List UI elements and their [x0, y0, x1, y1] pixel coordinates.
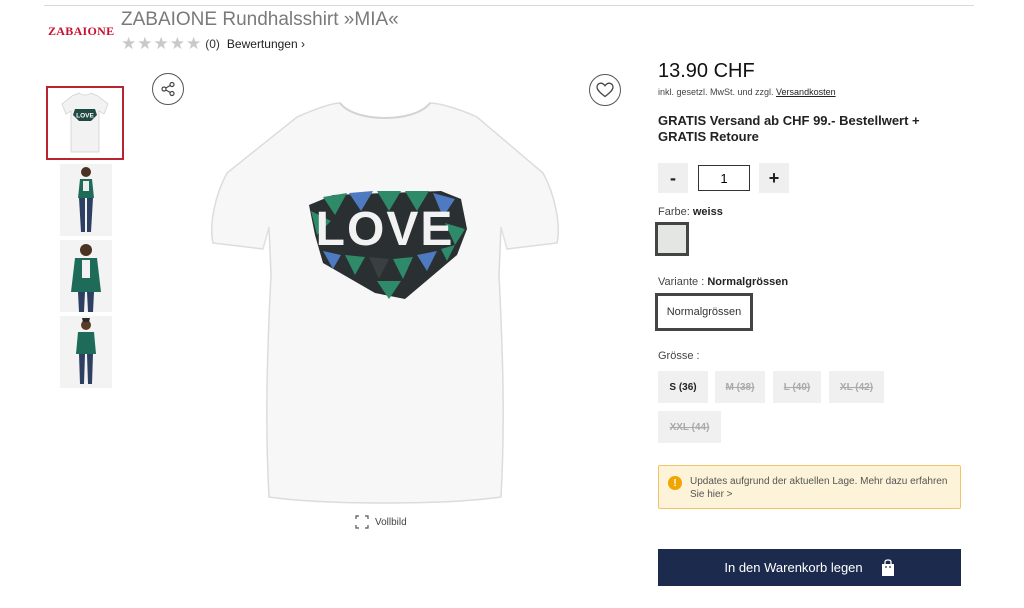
top-divider: [44, 5, 974, 6]
reviews-link[interactable]: Bewertungen ›: [227, 37, 305, 51]
star-icon: ★: [153, 34, 169, 53]
add-to-cart-button[interactable]: In den Warenkorb legen: [658, 549, 961, 586]
thumbnail-model-2[interactable]: [60, 240, 112, 312]
thumbnail-model-3[interactable]: [60, 316, 112, 388]
svg-text:LOVE: LOVE: [76, 113, 94, 120]
tshirt-image: LOVE: [211, 102, 559, 504]
shopping-bag-icon: [881, 558, 894, 576]
star-icon: ★: [121, 34, 137, 53]
rating-row: ★ ★ ★ ★ ★ (0) Bewertungen ›: [121, 34, 305, 53]
star-icon: ★: [169, 34, 185, 53]
color-swatch-white[interactable]: [655, 222, 689, 256]
color-label-row: Farbe: weiss: [658, 206, 723, 218]
main-product-image[interactable]: LOVE: [205, 95, 565, 505]
thumbnail-list: LOVE: [46, 86, 126, 392]
size-option-xl[interactable]: XL (42): [829, 371, 884, 403]
shirt-thumbnail-icon: LOVE: [61, 92, 109, 153]
star-icon: ★: [137, 34, 153, 53]
quantity-increase-button[interactable]: +: [759, 163, 789, 193]
thumbnail-model-1[interactable]: [60, 164, 112, 236]
size-option-l[interactable]: L (40): [773, 371, 821, 403]
variant-option-normal[interactable]: Normalgrössen: [655, 293, 753, 331]
rating-count: (0): [205, 37, 220, 51]
share-button[interactable]: [152, 73, 184, 105]
size-option-xxl[interactable]: XXL (44): [658, 411, 721, 443]
tax-note: inkl. gesetzl. MwSt. und zzgl. Versandko…: [658, 87, 836, 97]
svg-text:LOVE: LOVE: [316, 203, 455, 256]
tax-note-text: inkl. gesetzl. MwSt. und zzgl.: [658, 87, 777, 97]
quantity-input[interactable]: [698, 165, 750, 191]
fullscreen-button[interactable]: Vollbild: [355, 515, 407, 529]
variant-label: Variante :: [658, 276, 705, 288]
heart-icon: [596, 82, 614, 98]
size-option-s[interactable]: S (36): [658, 371, 708, 403]
shipping-promo: GRATIS Versand ab CHF 99.- Bestellwert +…: [658, 113, 920, 144]
notice-text: Updates aufgrund der aktuellen Lage. Meh…: [690, 476, 948, 500]
add-to-cart-label: In den Warenkorb legen: [724, 560, 863, 575]
info-notice[interactable]: ! Updates aufgrund der aktuellen Lage. M…: [658, 465, 961, 509]
product-price: 13.90 CHF: [658, 60, 755, 82]
size-label: Grösse :: [658, 350, 700, 362]
wishlist-button[interactable]: [589, 74, 621, 106]
size-option-m[interactable]: M (38): [715, 371, 765, 403]
model-photo-icon: [71, 244, 101, 312]
fullscreen-label: Vollbild: [375, 516, 407, 528]
quantity-decrease-button[interactable]: -: [658, 163, 688, 193]
model-photo-icon: [78, 167, 94, 232]
share-icon: [161, 81, 175, 97]
star-icon: ★: [186, 34, 202, 53]
color-label: Farbe:: [658, 206, 690, 218]
product-title: ZABAIONE Rundhalsshirt »MIA«: [121, 9, 399, 30]
shipping-cost-link[interactable]: Versandkosten: [776, 87, 836, 97]
rating-stars: ★ ★ ★ ★ ★: [121, 34, 202, 53]
model-photo-icon: [76, 318, 96, 384]
variant-label-row: Variante : Normalgrössen: [658, 276, 788, 288]
thumbnail-shirt-front[interactable]: LOVE: [46, 86, 124, 160]
variant-value: Normalgrössen: [707, 276, 789, 288]
brand-logo-text: ZABAIONE: [48, 24, 115, 38]
brand-logo[interactable]: ZABAIONE: [48, 24, 114, 39]
warning-icon: !: [668, 476, 682, 490]
color-value: weiss: [692, 206, 723, 218]
expand-icon: [355, 515, 369, 529]
